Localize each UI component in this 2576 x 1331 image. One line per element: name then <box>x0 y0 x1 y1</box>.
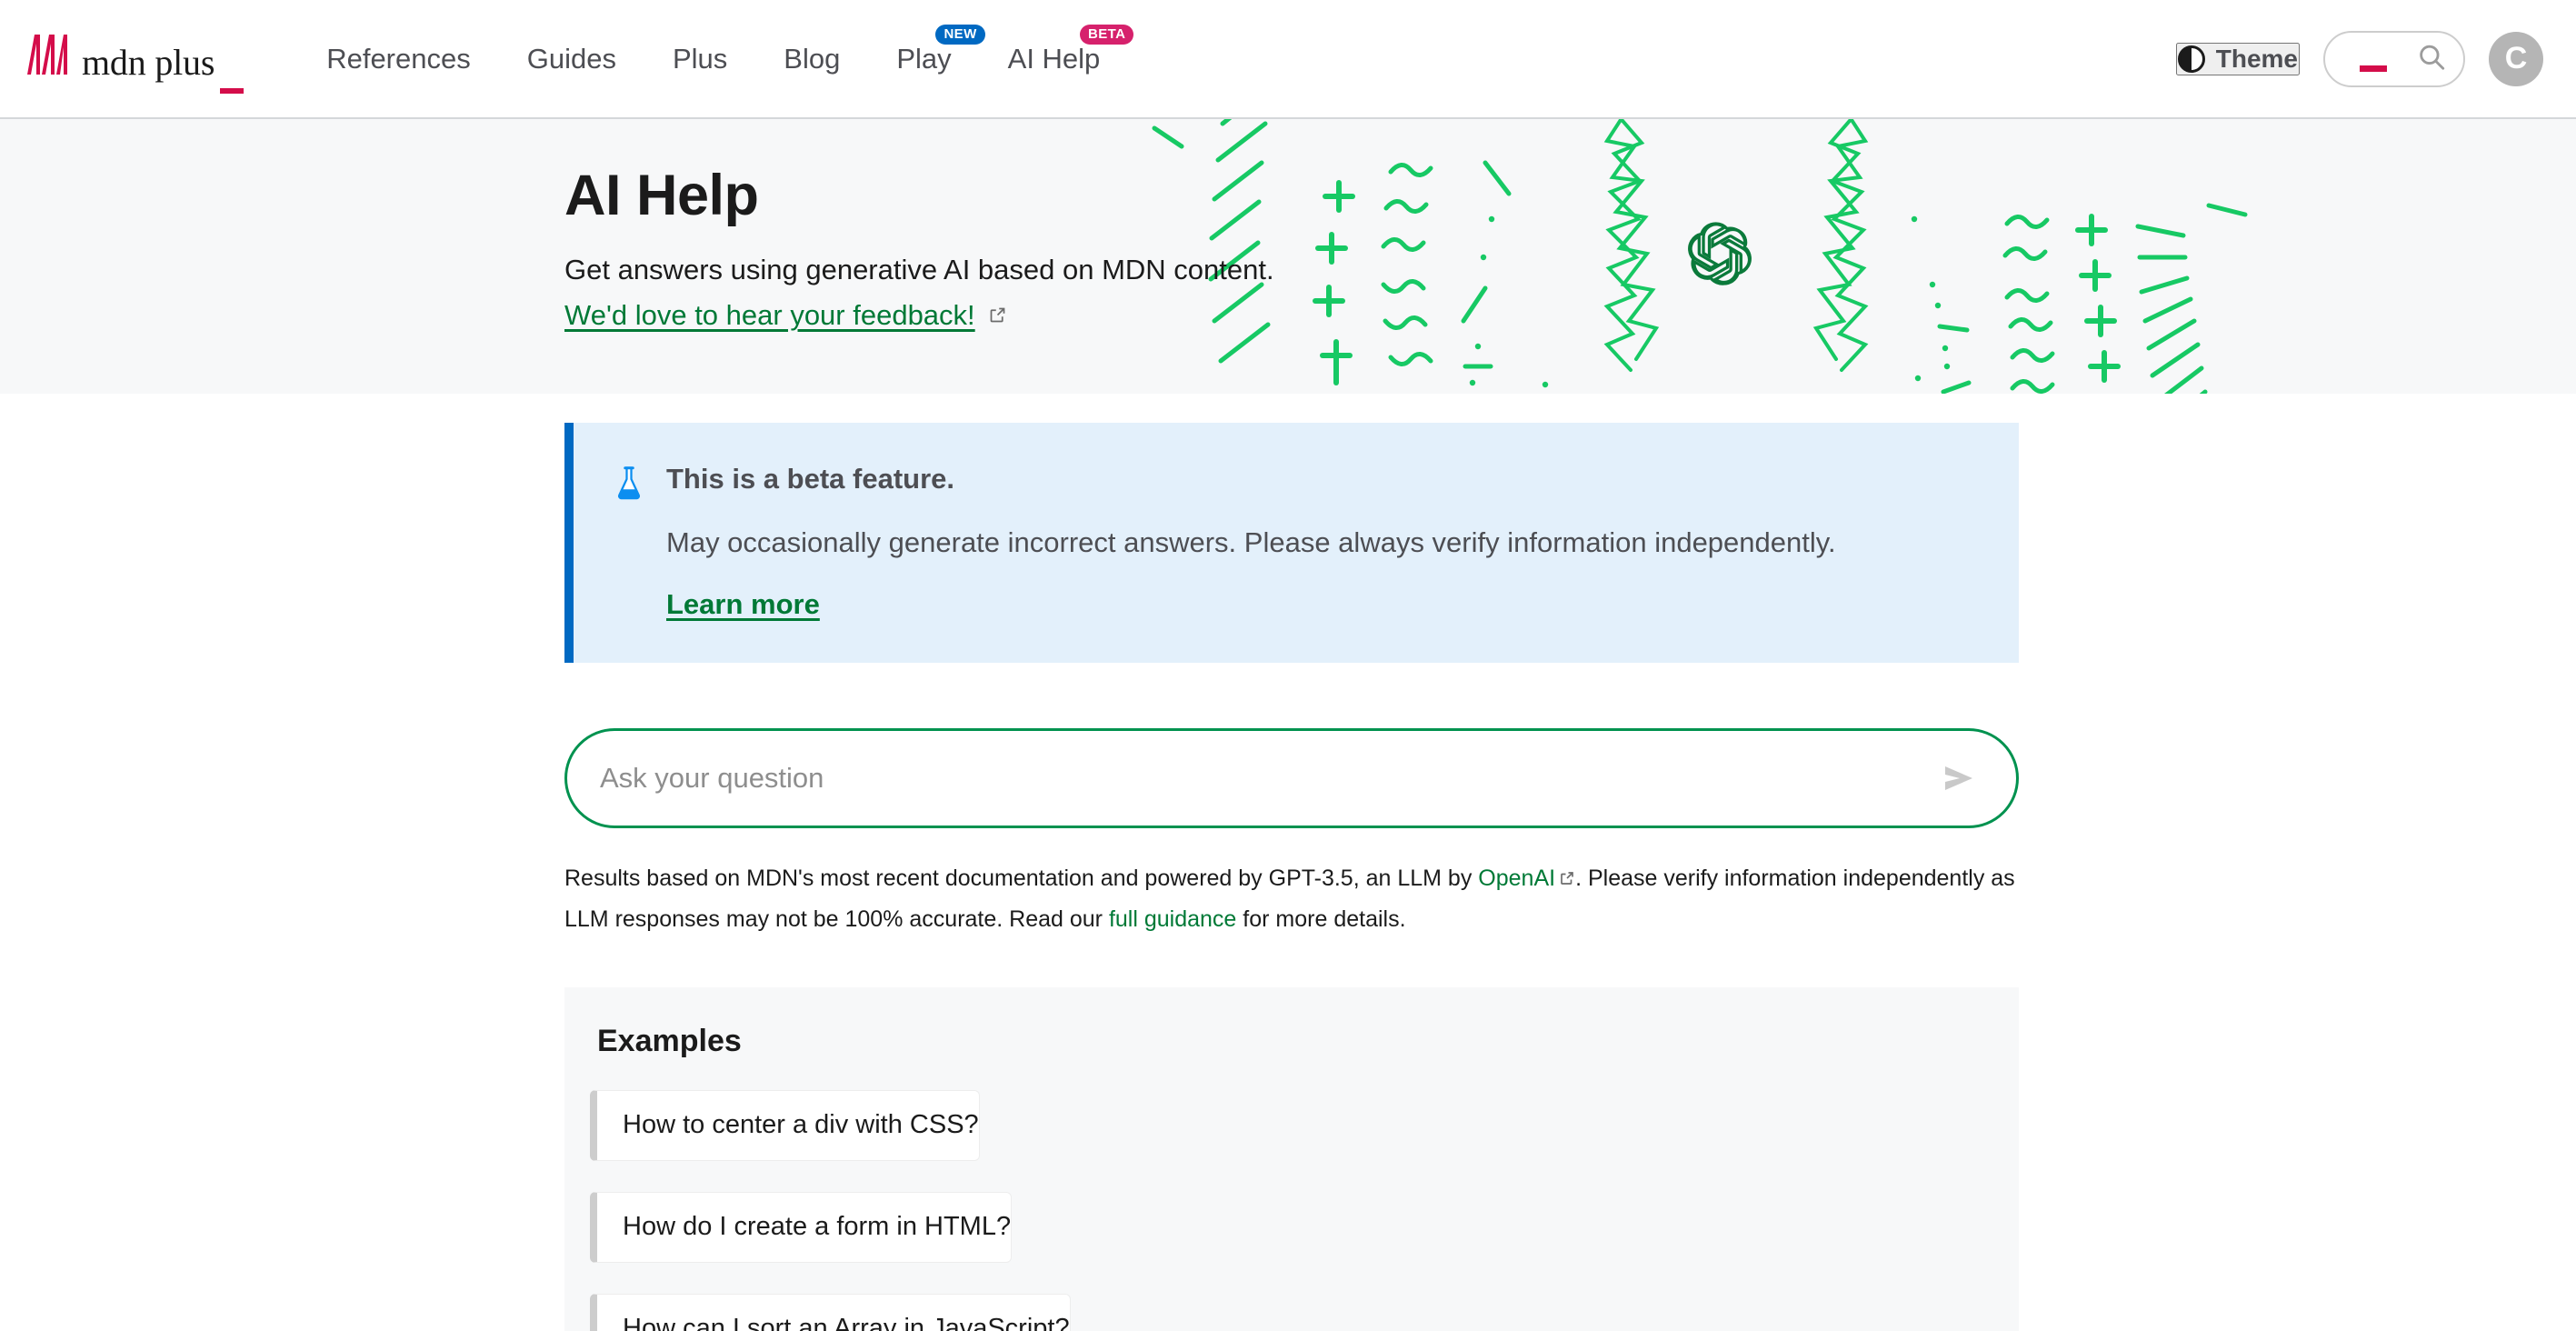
hero-subtitle: Get answers using generative AI based on… <box>564 254 2576 286</box>
full-guidance-link[interactable]: full guidance <box>1109 906 1236 932</box>
theme-toggle-button[interactable]: Theme <box>2176 43 2300 75</box>
send-button[interactable] <box>1940 763 1978 794</box>
openai-link[interactable]: OpenAI <box>1478 866 1555 891</box>
page-title: AI Help <box>564 163 2576 228</box>
nav-label: Play <box>896 43 951 75</box>
example-label: How to center a div with CSS? <box>623 1110 979 1140</box>
example-label: How do I create a form in HTML? <box>623 1212 1011 1242</box>
example-question-1[interactable]: How to center a div with CSS? <box>590 1090 980 1161</box>
site-header: mdn plus References Guides Plus Blog Pla… <box>0 0 2576 119</box>
mdn-plus-logo[interactable]: mdn plus <box>20 33 244 85</box>
disclaimer-part-1: Results based on MDN's most recent docum… <box>564 866 1478 891</box>
send-arrow-icon <box>1940 783 1978 796</box>
flask-icon <box>615 466 643 505</box>
examples-title: Examples <box>590 1024 1993 1059</box>
content-container: This is a beta feature. May occasionally… <box>564 423 2019 1331</box>
llm-disclaimer: Results based on MDN's most recent docum… <box>564 859 2019 940</box>
site-search[interactable] <box>2323 31 2465 87</box>
nav-label: AI Help <box>1008 43 1101 75</box>
beta-badge: BETA <box>1080 25 1133 45</box>
nav-label: References <box>326 43 471 75</box>
logo-underscore <box>220 88 244 94</box>
nav-item-play[interactable]: Play NEW <box>868 34 979 85</box>
mdn-monogram-icon <box>20 33 71 81</box>
learn-more-link[interactable]: Learn more <box>666 588 820 621</box>
example-question-2[interactable]: How do I create a form in HTML? <box>590 1192 1012 1263</box>
question-input[interactable] <box>600 762 1916 795</box>
theme-contrast-icon <box>2178 45 2205 73</box>
hero-section: AI Help Get answers using generative AI … <box>0 119 2576 394</box>
main-navigation: References Guides Plus Blog Play NEW AI … <box>298 34 1128 85</box>
example-label: How can I sort an Array in JavaScript? <box>623 1314 1070 1331</box>
logo-wordmark: mdn plus <box>82 45 244 81</box>
main-content: This is a beta feature. May occasionally… <box>0 423 2576 1331</box>
nav-label: Blog <box>784 43 840 75</box>
examples-section: Examples How to center a div with CSS? H… <box>564 987 2019 1331</box>
theme-label: Theme <box>2216 45 2298 74</box>
beta-notice: This is a beta feature. May occasionally… <box>564 423 2019 663</box>
header-actions: Theme C <box>2176 31 2543 87</box>
nav-item-guides[interactable]: Guides <box>499 34 644 85</box>
search-prefix-underscore-icon <box>2360 65 2387 72</box>
avatar-initial: C <box>2505 41 2528 76</box>
nav-item-references[interactable]: References <box>298 34 499 85</box>
beta-notice-body: This is a beta feature. May occasionally… <box>666 461 1836 621</box>
nav-label: Guides <box>527 43 616 75</box>
feedback-link-label: We'd love to hear your feedback! <box>564 299 975 332</box>
new-badge: NEW <box>935 25 984 45</box>
feedback-link[interactable]: We'd love to hear your feedback! <box>564 299 1007 332</box>
beta-notice-title: This is a beta feature. <box>666 463 1836 495</box>
nav-item-plus[interactable]: Plus <box>644 34 755 85</box>
ask-question-form <box>564 728 2019 828</box>
avatar[interactable]: C <box>2489 32 2543 86</box>
external-link-icon <box>988 299 1007 332</box>
example-question-3[interactable]: How can I sort an Array in JavaScript? <box>590 1294 1071 1331</box>
nav-label: Plus <box>673 43 727 75</box>
search-icon <box>2416 41 2447 76</box>
openai-logo-icon <box>1687 221 1752 291</box>
nav-item-ai-help[interactable]: AI Help BETA <box>980 34 1129 85</box>
nav-item-blog[interactable]: Blog <box>755 34 868 85</box>
hero-content: AI Help Get answers using generative AI … <box>0 119 2576 332</box>
disclaimer-part-3: for more details. <box>1236 906 1405 932</box>
beta-notice-text: May occasionally generate incorrect answ… <box>666 526 1836 559</box>
external-link-icon <box>1559 860 1575 900</box>
